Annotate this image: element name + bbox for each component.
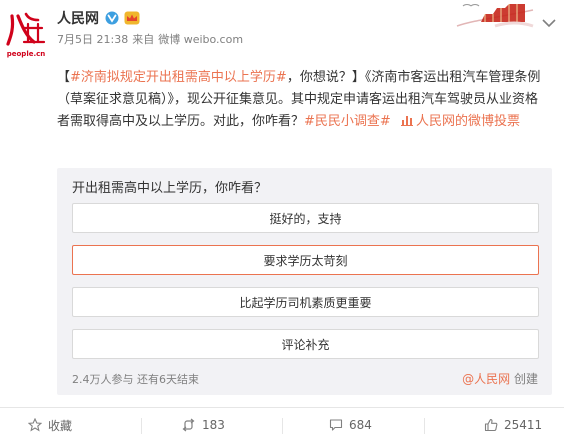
star-icon [28, 418, 42, 432]
post-date[interactable]: 7月5日 21:38 [57, 33, 128, 46]
favorite-button[interactable]: 收藏 [28, 408, 72, 441]
avatar-domain: people.cn [7, 50, 46, 58]
favorite-label: 收藏 [48, 418, 73, 433]
poll-option-support[interactable]: 挺好的，支持 [72, 203, 539, 233]
people-daily-logo: people.cn [6, 12, 46, 58]
avatar[interactable]: people.cn [4, 8, 48, 60]
chevron-down-icon[interactable] [541, 14, 557, 28]
repost-count: 183 [202, 418, 225, 432]
comment-button[interactable]: 684 [329, 408, 372, 441]
post-meta: 7月5日 21:38 来自 微博 weibo.com [57, 31, 247, 47]
topic-link[interactable]: #济南拟规定开出租需高中以上学历# [70, 70, 287, 85]
post-text: 【#济南拟规定开出租需高中以上学历#，你想说？】《济南市客运出租汽车管理条例（草… [57, 67, 547, 133]
poll-option-comment[interactable]: 评论补充 [72, 329, 539, 359]
vote-link[interactable]: 人民网的微博投票 [395, 114, 520, 129]
author-name[interactable]: 人民网 [57, 8, 99, 28]
like-button[interactable]: 25411 [484, 408, 542, 441]
poll-chart-icon [400, 116, 413, 126]
poll-creator: @人民网 创建 [462, 370, 538, 387]
comment-count: 684 [349, 418, 372, 432]
poll-option-too-strict[interactable]: 要求学历太苛刻 [72, 245, 539, 275]
author-row: 人民网 [57, 8, 140, 28]
like-count: 25411 [504, 418, 543, 432]
poll-option-quality-matters[interactable]: 比起学历司机素质更重要 [72, 287, 539, 317]
post-source[interactable]: 微博 weibo.com [158, 33, 243, 46]
topic-link-survey[interactable]: #民民小调查# [304, 114, 391, 129]
poll-participants: 2.4万人参与 [72, 373, 134, 386]
bracket-open: 【 [57, 70, 71, 85]
source-prefix: 来自 [132, 33, 155, 46]
repost-button[interactable]: 183 [181, 408, 225, 441]
divider [141, 418, 142, 434]
action-bar: 收藏 183 684 25411 [0, 407, 564, 441]
vote-link-label: 人民网的微博投票 [415, 114, 520, 129]
poll-created-label: 创建 [513, 372, 538, 386]
verified-v-icon [105, 11, 119, 25]
poll-card: 开出租需高中以上学历，你咋看？ 挺好的，支持 要求学历太苛刻 比起学历司机素质更… [57, 168, 552, 395]
poll-remaining: 还有6天结束 [137, 373, 199, 386]
vip-crown-icon[interactable] [124, 11, 140, 25]
repost-icon [182, 418, 195, 432]
divider [424, 418, 425, 434]
poll-question: 开出租需高中以上学历，你咋看？ [72, 181, 268, 196]
divider [282, 418, 283, 434]
great-wall-decoration-icon [455, 0, 535, 34]
poll-creator-link[interactable]: @人民网 [462, 372, 510, 386]
thumbs-up-icon [484, 418, 498, 432]
poll-stats: 2.4万人参与 还有6天结束 [72, 371, 199, 387]
comment-icon [329, 419, 343, 431]
